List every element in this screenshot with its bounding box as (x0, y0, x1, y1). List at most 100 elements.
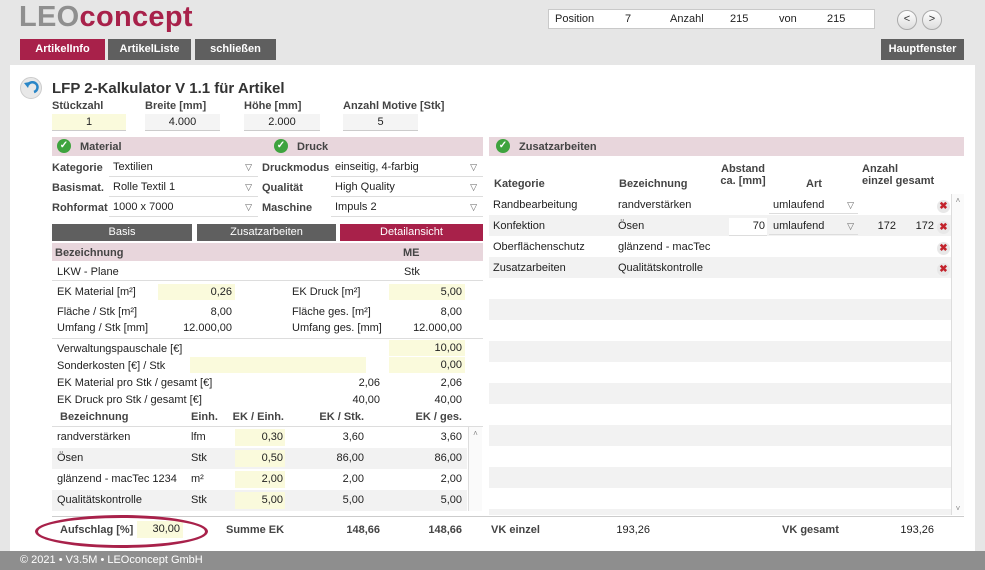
sub-bez: glänzend - macTec 1234 (57, 473, 177, 485)
hoehe-label: Höhe [mm] (244, 100, 302, 112)
zusatz-art-select[interactable]: umlaufend ▽ (769, 197, 858, 214)
divider (52, 338, 483, 339)
zusatz-abstand-input[interactable]: 70 (729, 218, 767, 236)
delete-x-icon[interactable]: ✖ (937, 242, 950, 255)
table-row[interactable]: Ösen Stk 0,50 86,00 86,00 (52, 448, 467, 469)
sub-einh: m² (191, 473, 204, 485)
sub-col-ek-ges: EK / ges. (415, 411, 462, 423)
zusatz-col-kategorie: Kategorie (494, 178, 545, 190)
table-row[interactable]: Oberflächenschutz glänzend - macTec ✖ (489, 238, 951, 259)
stueckzahl-label: Stückzahl (52, 100, 104, 112)
zusatz-header: Zusatzarbeiten (519, 141, 597, 153)
sub-ek-einh-input[interactable]: 2,00 (235, 471, 285, 488)
schliessen-button[interactable]: schließen (195, 39, 276, 60)
tab-zusatzarbeiten[interactable]: Zusatzarbeiten (197, 224, 336, 241)
sub-col-ek-stk: EK / Stk. (319, 411, 364, 423)
kategorie-select[interactable]: Textilien ▽ (109, 158, 258, 177)
bezeichnung-value[interactable]: LKW - Plane (57, 266, 119, 278)
of-value: 215 (827, 13, 846, 25)
druck-check-icon: ✓ (274, 139, 288, 153)
sonder-text-input[interactable] (190, 357, 366, 373)
me-header: ME (403, 247, 420, 259)
rohformat-label: Rohformat (52, 202, 108, 214)
zusatz-art-select[interactable]: umlaufend ▽ (769, 218, 858, 235)
scroll-down-icon[interactable]: ˅ (952, 504, 964, 513)
table-row[interactable]: Konfektion Ösen 70 umlaufend ▽ 172 172 ✖ (489, 217, 951, 238)
sonder-input[interactable]: 0,00 (389, 357, 465, 373)
back-arrow-icon[interactable] (20, 77, 42, 99)
umfang-stk-value: 12.000,00 (183, 322, 232, 334)
sub-ek-ges: 3,60 (440, 431, 462, 443)
umfang-ges-value: 12.000,00 (413, 322, 462, 334)
ek-material-input[interactable]: 0,26 (158, 284, 235, 300)
chevron-down-icon: ▽ (470, 202, 477, 212)
delete-x-icon[interactable]: ✖ (937, 200, 950, 213)
druckmodus-label: Druckmodus (262, 162, 330, 174)
next-record-button[interactable]: > (922, 10, 942, 30)
flaeche-stk-value: 8,00 (210, 306, 232, 318)
artikelliste-button[interactable]: ArtikelListe (108, 39, 191, 60)
zusatz-art-value: umlaufend (773, 199, 825, 211)
ek-druck-input[interactable]: 5,00 (389, 284, 465, 300)
chevron-down-icon: ▽ (847, 221, 854, 231)
table-row[interactable]: glänzend - macTec 1234 m² 2,00 2,00 2,00 (52, 469, 467, 490)
maschine-select[interactable]: Impuls 2 ▽ (331, 198, 483, 217)
sub-bez: Ösen (57, 452, 84, 464)
qualitaet-select[interactable]: High Quality ▽ (331, 178, 483, 197)
zusatz-check-icon: ✓ (496, 139, 510, 153)
sub-ek-stk: 2,00 (342, 473, 364, 485)
count-label: Anzahl (670, 13, 704, 25)
hauptfenster-button[interactable]: Hauptfenster (881, 39, 964, 60)
umfang-ges-label: Umfang ges. [mm] (292, 322, 382, 334)
delete-x-icon[interactable]: ✖ (937, 221, 950, 234)
me-value[interactable]: Stk (404, 266, 420, 278)
table-row[interactable]: Zusatzarbeiten Qualitätskontrolle ✖ (489, 259, 951, 280)
sub-ek-ges: 2,00 (440, 473, 462, 485)
previous-record-button[interactable]: < (897, 10, 917, 30)
sub-ek-einh-input[interactable]: 0,30 (235, 429, 285, 446)
sub-einh: lfm (191, 431, 206, 443)
verwaltung-input[interactable]: 10,00 (389, 340, 465, 356)
rohformat-select[interactable]: 1000 x 7000 ▽ (109, 198, 258, 217)
sub-ek-einh-input[interactable]: 5,00 (235, 492, 285, 509)
zusatz-bezeichnung: glänzend - macTec (618, 241, 711, 253)
sub-col-ek-einh: EK / Einh. (232, 411, 284, 423)
artikelinfo-button[interactable]: ArtikelInfo (20, 39, 105, 60)
sub-einh: Stk (191, 452, 207, 464)
basismat-select[interactable]: Rolle Textil 1 ▽ (109, 178, 258, 197)
maschine-value: Impuls 2 (335, 201, 377, 213)
table-row[interactable]: Qualitätskontrolle Stk 5,00 5,00 5,00 (52, 490, 467, 511)
druckmodus-select[interactable]: einseitig, 4-farbig ▽ (331, 158, 483, 177)
table-row[interactable]: randverstärken lfm 0,30 3,60 3,60 (52, 427, 467, 448)
app-logo: LEOconcept (19, 1, 193, 33)
chevron-down-icon: ▽ (470, 182, 477, 192)
sub-table-scrollbar[interactable]: ˄ (468, 427, 482, 511)
delete-x-icon[interactable]: ✖ (937, 263, 950, 276)
zusatz-col-abstand-unit: ca. [mm] (720, 175, 766, 187)
sub-bez: Qualitätskontrolle (57, 494, 142, 506)
chevron-down-icon: ▽ (245, 182, 252, 192)
druckmodus-value: einseitig, 4-farbig (335, 161, 419, 173)
verwaltung-label: Verwaltungspauschale [€] (57, 343, 183, 355)
tab-basis[interactable]: Basis (52, 224, 192, 241)
chevron-down-icon: ▽ (245, 202, 252, 212)
flaeche-ges-value: 8,00 (440, 306, 462, 318)
vk-einzel-label: VK einzel (491, 524, 540, 536)
chevron-down-icon: ▽ (847, 200, 854, 210)
breite-value: 4.000 (145, 114, 220, 131)
tab-detailansicht[interactable]: Detailansicht (340, 224, 483, 241)
zusatz-scrollbar[interactable]: ˄ ˅ (951, 194, 964, 515)
vk-gesamt-label: VK gesamt (782, 524, 839, 536)
table-row[interactable]: Randbearbeitung randverstärken umlaufend… (489, 196, 951, 217)
scroll-up-icon[interactable]: ˄ (952, 196, 964, 205)
material-header: Material (80, 141, 122, 153)
zusatz-col-einzel-gesamt: einzel gesamt (862, 175, 935, 187)
scroll-up-icon[interactable]: ˄ (469, 429, 482, 438)
summe-ek-stk: 148,66 (346, 524, 380, 536)
stueckzahl-input[interactable]: 1 (52, 114, 126, 131)
druck-header: Druck (297, 141, 329, 153)
ek-mat-ges-value: 2,06 (440, 377, 462, 389)
sub-ek-einh-input[interactable]: 0,50 (235, 450, 285, 467)
sub-einh: Stk (191, 494, 207, 506)
rohformat-value: 1000 x 7000 (113, 201, 174, 213)
